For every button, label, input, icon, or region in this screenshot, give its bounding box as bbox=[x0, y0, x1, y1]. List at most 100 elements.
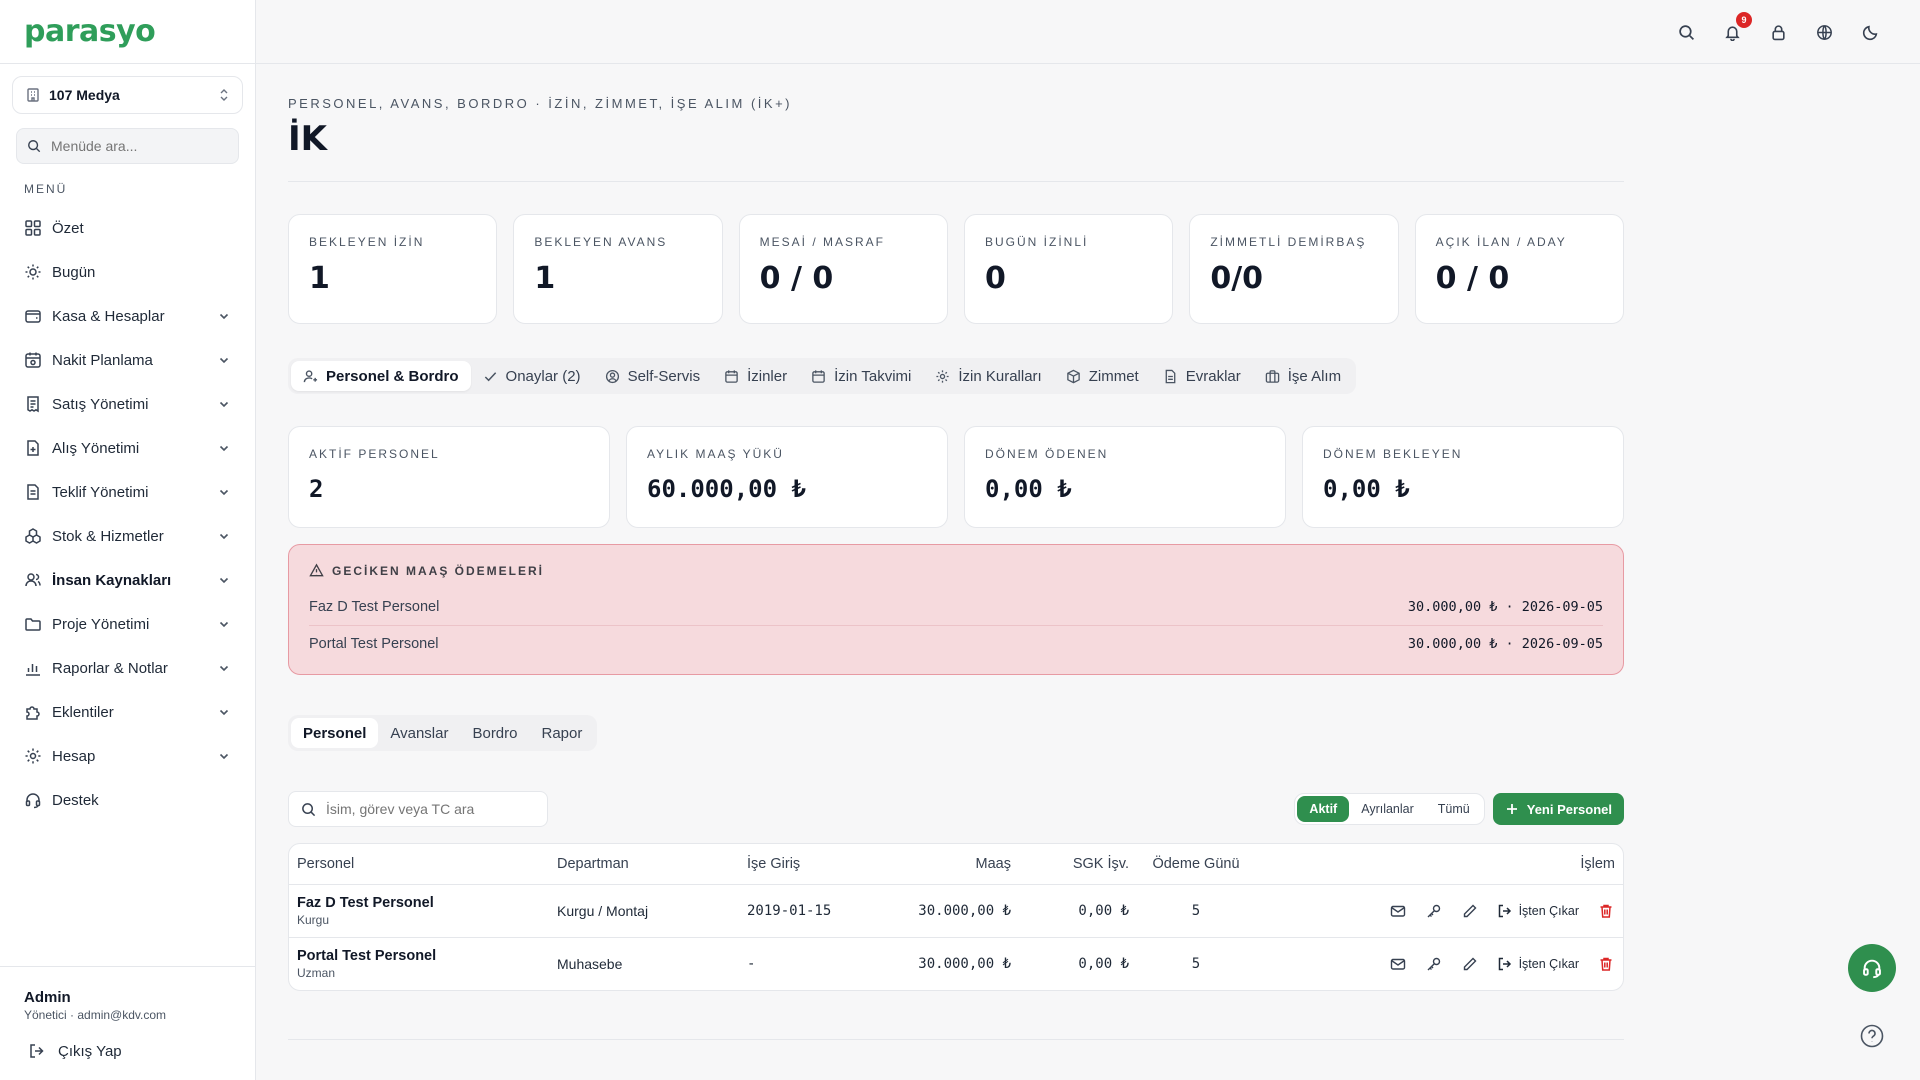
subtab-avanslar[interactable]: Avanslar bbox=[378, 718, 460, 748]
users-icon bbox=[25, 573, 41, 587]
dismiss-label: İşten Çıkar bbox=[1518, 956, 1579, 971]
sidebar-item-stok-hizmetler[interactable]: Stok & Hizmetler bbox=[0, 514, 255, 558]
sidebar-item-proje-yonetimi[interactable]: Proje Yönetimi bbox=[0, 602, 255, 646]
send-mail-button[interactable] bbox=[1389, 902, 1407, 920]
theme-toggle[interactable] bbox=[1858, 20, 1882, 44]
stat-card-assigned-assets[interactable]: ZİMMETLİ DEMİRBAŞ 0/0 bbox=[1189, 214, 1399, 324]
col-ise-giris[interactable]: İşe Giriş bbox=[739, 844, 889, 885]
search-button[interactable] bbox=[1674, 20, 1698, 44]
lock-icon bbox=[1771, 24, 1785, 40]
col-odeme-gunu[interactable]: Ödeme Günü bbox=[1137, 844, 1255, 885]
subtab-personel[interactable]: Personel bbox=[291, 718, 379, 748]
tab-ise-alim[interactable]: İşe Alım bbox=[1253, 361, 1353, 391]
delete-button[interactable] bbox=[1597, 902, 1615, 920]
document-icon bbox=[27, 484, 39, 500]
tab-label: Personel & Bordro bbox=[326, 367, 459, 385]
tab-izin-kurallari[interactable]: İzin Kuralları bbox=[923, 361, 1053, 391]
cell-personel: Portal Test Personel Uzman bbox=[289, 937, 549, 990]
edit-button[interactable] bbox=[1461, 955, 1479, 973]
staff-role: Uzman bbox=[297, 965, 336, 980]
logout-icon bbox=[30, 1044, 44, 1058]
stat-card-overtime-expense[interactable]: MESAİ / MASRAF 0 / 0 bbox=[738, 214, 948, 324]
stat-card-monthly-salary[interactable]: AYLIK MAAŞ YÜKÜ 60.000,00 ₺ bbox=[626, 426, 948, 528]
tab-zimmet[interactable]: Zimmet bbox=[1054, 361, 1151, 391]
delete-button[interactable] bbox=[1597, 955, 1615, 973]
staff-toolbar: Aktif Ayrılanlar Tümü Yeni Personel bbox=[288, 791, 1624, 827]
chevron-down-icon bbox=[219, 577, 229, 584]
user-name: Admin bbox=[24, 989, 71, 1006]
sidebar-item-kasa-hesaplar[interactable]: Kasa & Hesaplar bbox=[0, 294, 255, 338]
sidebar-item-hesap[interactable]: Hesap bbox=[0, 734, 255, 778]
lock-button[interactable] bbox=[1766, 20, 1790, 44]
summary-cards: BEKLEYEN İZİN 1 BEKLEYEN AVANS 1 MESAİ /… bbox=[288, 214, 1624, 324]
access-key-button[interactable] bbox=[1425, 955, 1443, 973]
subtab-bordro[interactable]: Bordro bbox=[460, 718, 529, 748]
sidebar-item-label: Alış Yönetimi bbox=[52, 439, 140, 457]
notifications-button[interactable]: 9 bbox=[1720, 12, 1752, 44]
new-staff-button[interactable]: Yeni Personel bbox=[1492, 793, 1624, 825]
chevron-down-icon bbox=[219, 357, 229, 364]
stat-card-active-staff[interactable]: AKTİF PERSONEL 2 bbox=[288, 426, 610, 528]
filter-tumu[interactable]: Tümü bbox=[1426, 796, 1482, 822]
sidebar-item-destek[interactable]: Destek bbox=[0, 778, 255, 822]
alert-row: Portal Test Personel 30.000,00 ₺ · 2026-… bbox=[309, 625, 1603, 662]
sidebar-item-satis-yonetimi[interactable]: Satış Yönetimi bbox=[0, 382, 255, 426]
stat-card-on-leave-today[interactable]: BUGÜN İZİNLİ 0 bbox=[963, 214, 1174, 324]
sidebar-item-label: Özet bbox=[52, 219, 84, 237]
dismiss-label: İşten Çıkar bbox=[1518, 903, 1579, 918]
language-button[interactable] bbox=[1812, 20, 1836, 44]
sidebar-item-teklif-yonetimi[interactable]: Teklif Yönetimi bbox=[0, 470, 255, 514]
dismiss-button[interactable]: İşten Çıkar bbox=[1497, 956, 1579, 972]
tab-personel-bordro[interactable]: Personel & Bordro bbox=[291, 361, 471, 391]
send-mail-button[interactable] bbox=[1389, 955, 1407, 973]
sidebar-item-alis-yonetimi[interactable]: Alış Yönetimi bbox=[0, 426, 255, 470]
tab-label: Onaylar (2) bbox=[505, 367, 581, 385]
tab-izin-takvimi[interactable]: İzin Takvimi bbox=[799, 361, 923, 391]
dismiss-button[interactable]: İşten Çıkar bbox=[1497, 903, 1579, 919]
status-filter: Aktif Ayrılanlar Tümü bbox=[1294, 793, 1485, 825]
tab-label: Zimmet bbox=[1088, 367, 1139, 385]
access-key-button[interactable] bbox=[1425, 902, 1443, 920]
user-icon bbox=[303, 369, 318, 382]
col-departman[interactable]: Departman bbox=[549, 844, 739, 885]
tab-izinler[interactable]: İzinler bbox=[712, 361, 799, 391]
tab-self-servis[interactable]: Self-Servis bbox=[593, 361, 713, 391]
table-row[interactable]: Faz D Test Personel Kurgu Kurgu / Montaj… bbox=[289, 884, 1623, 938]
sidebar-item-bugun[interactable]: Bugün bbox=[0, 250, 255, 294]
cell-pay-day: 5 bbox=[1191, 955, 1201, 972]
sidebar-item-eklentiler[interactable]: Eklentiler bbox=[0, 690, 255, 734]
sidebar-item-insan-kaynaklari[interactable]: İnsan Kaynakları bbox=[0, 558, 255, 602]
sidebar-item-ozet[interactable]: Özet bbox=[0, 206, 255, 250]
col-sgk[interactable]: SGK İşv. bbox=[1019, 844, 1137, 885]
stat-card-open-jobs[interactable]: AÇIK İLAN / ADAY 0 / 0 bbox=[1414, 214, 1624, 324]
logout-button[interactable]: Çıkış Yap bbox=[28, 1042, 231, 1060]
brand-logo[interactable]: parasyo bbox=[0, 0, 255, 64]
stat-card-period-paid[interactable]: DÖNEM ÖDENEN 0,00 ₺ bbox=[964, 426, 1286, 528]
staff-search-input[interactable] bbox=[326, 801, 526, 817]
tab-onaylar[interactable]: Onaylar (2) bbox=[471, 361, 593, 391]
staff-role: Kurgu bbox=[297, 912, 330, 927]
calendar-icon bbox=[725, 369, 738, 383]
stat-card-pending-leave[interactable]: BEKLEYEN İZİN 1 bbox=[288, 214, 498, 324]
sidebar-menu: Özet Bugün Kasa & Hesaplar Nakit Planlam… bbox=[0, 206, 255, 822]
tab-evraklar[interactable]: Evraklar bbox=[1151, 361, 1253, 391]
company-selector[interactable]: 107 Medya bbox=[12, 76, 243, 114]
subtab-rapor[interactable]: Rapor bbox=[530, 718, 595, 748]
mail-icon bbox=[1390, 958, 1405, 970]
edit-button[interactable] bbox=[1461, 902, 1479, 920]
sidebar-item-nakit-planlama[interactable]: Nakit Planlama bbox=[0, 338, 255, 382]
stat-card-period-pending[interactable]: DÖNEM BEKLEYEN 0,00 ₺ bbox=[1302, 426, 1624, 528]
col-personel[interactable]: Personel bbox=[289, 844, 549, 885]
table-row[interactable]: Portal Test Personel Uzman Muhasebe - 30… bbox=[289, 937, 1623, 990]
sidebar-item-raporlar-notlar[interactable]: Raporlar & Notlar bbox=[0, 646, 255, 690]
divider bbox=[288, 181, 1624, 182]
menu-search-input[interactable] bbox=[51, 138, 211, 154]
cell-start-date: 2019-01-15 bbox=[739, 884, 889, 938]
help-button[interactable] bbox=[1859, 1023, 1885, 1049]
col-maas[interactable]: Maaş bbox=[889, 844, 1019, 885]
stat-value: 0,00 ₺ bbox=[1323, 475, 1410, 503]
stat-card-pending-advance[interactable]: BEKLEYEN AVANS 1 bbox=[513, 214, 723, 324]
support-chat-button[interactable] bbox=[1848, 944, 1896, 992]
filter-ayrilanlar[interactable]: Ayrılanlar bbox=[1349, 796, 1426, 822]
filter-aktif[interactable]: Aktif bbox=[1297, 796, 1350, 822]
